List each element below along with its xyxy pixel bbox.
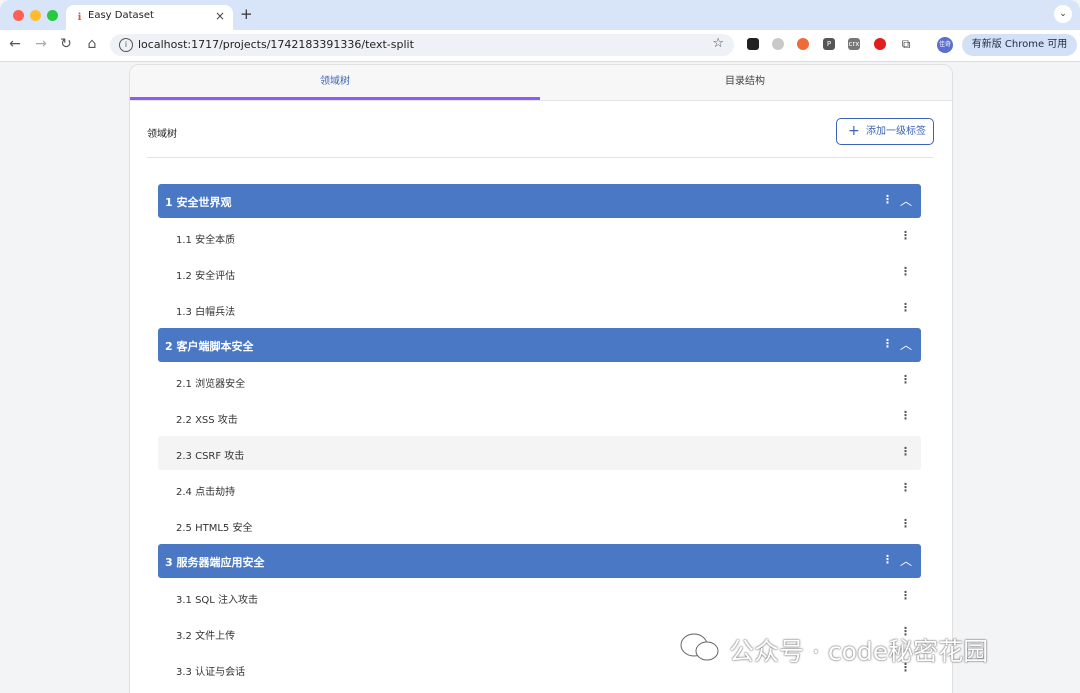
chevron-up-icon[interactable]: ︿ — [900, 552, 912, 569]
browser-window: ℹ Easy Dataset × + ⌄ ← → ↻ ⌂ i localhost… — [0, 0, 1080, 693]
browser-tab[interactable]: ℹ Easy Dataset × — [66, 5, 233, 30]
tree-item[interactable]: 2.5 HTML5 安全 ⋮ — [158, 508, 921, 542]
address-bar[interactable]: i localhost:1717/projects/1742183391336/… — [110, 34, 734, 56]
watermark-text: 公众号 · code秘密花园 — [729, 637, 989, 666]
new-tab-button[interactable]: + — [240, 5, 253, 23]
back-arrow-icon[interactable]: ← — [6, 36, 24, 52]
browser-toolbar: ← → ↻ ⌂ i localhost:1717/projects/174218… — [0, 30, 1080, 62]
url-text: localhost:1717/projects/1742183391336/te… — [138, 38, 414, 51]
tab-directory-structure[interactable]: 目录结构 — [540, 65, 950, 100]
add-button-label: 添加一级标签 — [866, 126, 926, 137]
tree-item[interactable]: 2.1 浏览器安全 ⋮ — [158, 364, 921, 398]
more-vert-icon[interactable]: ⋮ — [900, 517, 911, 530]
chevron-up-icon[interactable]: ︿ — [900, 192, 912, 209]
more-vert-icon[interactable]: ⋮ — [900, 589, 911, 602]
ext-gray-icon[interactable] — [772, 38, 784, 50]
more-vert-icon[interactable]: ⋮ — [900, 445, 911, 458]
item-label: 1.3 白帽兵法 — [176, 307, 236, 318]
item-label: 1.2 安全评估 — [176, 271, 236, 282]
more-vert-icon[interactable]: ⋮ — [882, 193, 893, 206]
home-icon[interactable]: ⌂ — [83, 36, 101, 52]
ext-crx-icon[interactable]: crx — [848, 38, 860, 50]
puzzle-icon[interactable]: ⧉ — [900, 38, 912, 50]
view-tabs: 领域树 目录结构 — [130, 65, 952, 101]
group-label: 1 安全世界观 — [165, 196, 232, 209]
more-vert-icon[interactable]: ⋮ — [882, 553, 893, 566]
favicon-icon: ℹ — [77, 12, 82, 23]
domain-tree-card: 领域树 目录结构 领域树 + 添加一级标签 1 安全世界观 ⋮ ︿ 1.1 安全… — [129, 64, 953, 693]
tree-item[interactable]: 1.3 白帽兵法 ⋮ — [158, 292, 921, 326]
chevron-up-icon[interactable]: ︿ — [900, 336, 912, 353]
maximize-window-button[interactable] — [47, 10, 58, 21]
tab-domain-tree[interactable]: 领域树 — [130, 65, 540, 100]
section-title: 领域树 — [147, 129, 177, 140]
reload-icon[interactable]: ↻ — [57, 36, 75, 52]
group-label: 2 客户端脚本安全 — [165, 340, 254, 353]
bookmark-star-icon[interactable]: ☆ — [712, 36, 724, 51]
tampermonkey-icon[interactable] — [747, 38, 759, 50]
group-label: 3 服务器端应用安全 — [165, 556, 265, 569]
close-window-button[interactable] — [13, 10, 24, 21]
add-top-level-tag-button[interactable]: + 添加一级标签 — [836, 118, 934, 145]
wechat-logo-icon — [680, 633, 719, 661]
more-vert-icon[interactable]: ⋮ — [900, 409, 911, 422]
item-label: 2.4 点击劫持 — [176, 487, 236, 498]
tree-group-3[interactable]: 3 服务器端应用安全 ⋮ ︿ — [158, 544, 921, 578]
more-vert-icon[interactable]: ⋮ — [900, 481, 911, 494]
tree-group-1[interactable]: 1 安全世界观 ⋮ ︿ — [158, 184, 921, 218]
tab-strip: ℹ Easy Dataset × + ⌄ — [0, 0, 1080, 30]
more-vert-icon[interactable]: ⋮ — [900, 229, 911, 242]
tree-item[interactable]: 1.1 安全本质 ⋮ — [158, 220, 921, 254]
more-vert-icon[interactable]: ⋮ — [900, 373, 911, 386]
item-label: 2.5 HTML5 安全 — [176, 523, 253, 534]
profile-avatar[interactable]: 佳奇 — [937, 37, 953, 53]
item-label: 3.3 认证与会话 — [176, 667, 246, 678]
item-label: 2.2 XSS 攻击 — [176, 415, 238, 426]
item-label: 3.2 文件上传 — [176, 631, 236, 642]
ext-red-icon[interactable] — [874, 38, 886, 50]
item-label: 1.1 安全本质 — [176, 235, 236, 246]
site-info-icon[interactable]: i — [119, 38, 133, 52]
page-content: 领域树 目录结构 领域树 + 添加一级标签 1 安全世界观 ⋮ ︿ 1.1 安全… — [0, 62, 1080, 693]
item-label: 2.3 CSRF 攻击 — [176, 451, 245, 462]
chrome-update-button[interactable]: 有新版 Chrome 可用 — [962, 34, 1077, 56]
divider — [147, 157, 933, 158]
ext-p-icon[interactable]: P — [823, 38, 835, 50]
tree-item[interactable]: 2.4 点击劫持 ⋮ — [158, 472, 921, 506]
more-vert-icon[interactable]: ⋮ — [882, 337, 893, 350]
tree-item-hovered[interactable]: 2.3 CSRF 攻击 ⋮ — [158, 436, 921, 470]
tree-item[interactable]: 1.2 安全评估 ⋮ — [158, 256, 921, 290]
tab-search-button[interactable]: ⌄ — [1054, 5, 1072, 23]
ext-orange-icon[interactable] — [797, 38, 809, 50]
tree-group-2[interactable]: 2 客户端脚本安全 ⋮ ︿ — [158, 328, 921, 362]
item-label: 3.1 SQL 注入攻击 — [176, 595, 259, 606]
minimize-window-button[interactable] — [30, 10, 41, 21]
tree-item[interactable]: 2.2 XSS 攻击 ⋮ — [158, 400, 921, 434]
active-tab-indicator — [130, 97, 540, 100]
plus-icon: + — [848, 123, 860, 139]
tab-title: Easy Dataset — [88, 10, 154, 21]
tree-item[interactable]: 3.1 SQL 注入攻击 ⋮ — [158, 580, 921, 614]
forward-arrow-icon[interactable]: → — [32, 36, 50, 52]
more-vert-icon[interactable]: ⋮ — [900, 265, 911, 278]
more-vert-icon[interactable]: ⋮ — [900, 301, 911, 314]
close-tab-icon[interactable]: × — [215, 9, 225, 23]
item-label: 2.1 浏览器安全 — [176, 379, 246, 390]
